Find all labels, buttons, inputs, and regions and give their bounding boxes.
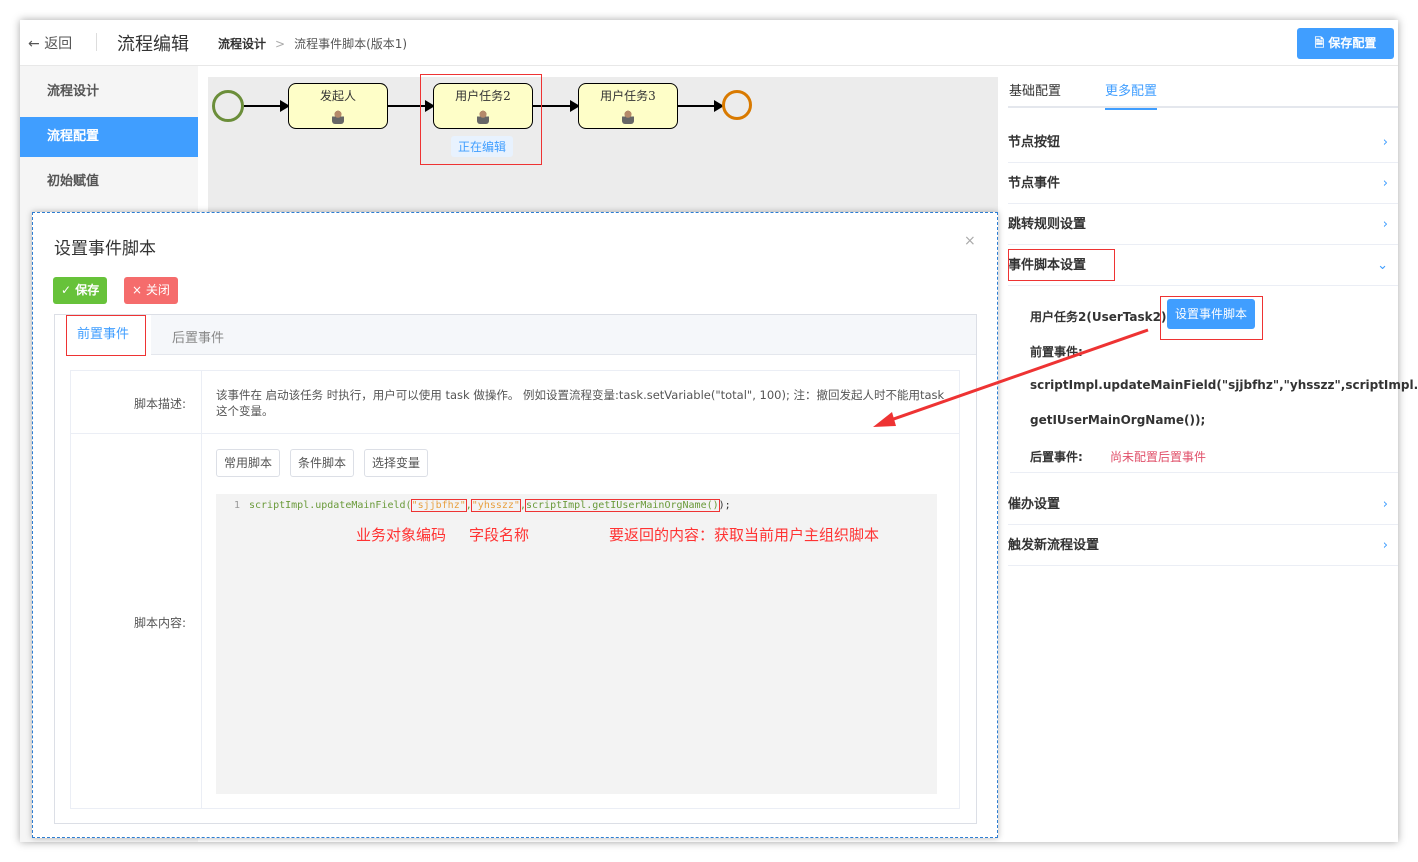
annotation-arrow — [873, 328, 1149, 427]
